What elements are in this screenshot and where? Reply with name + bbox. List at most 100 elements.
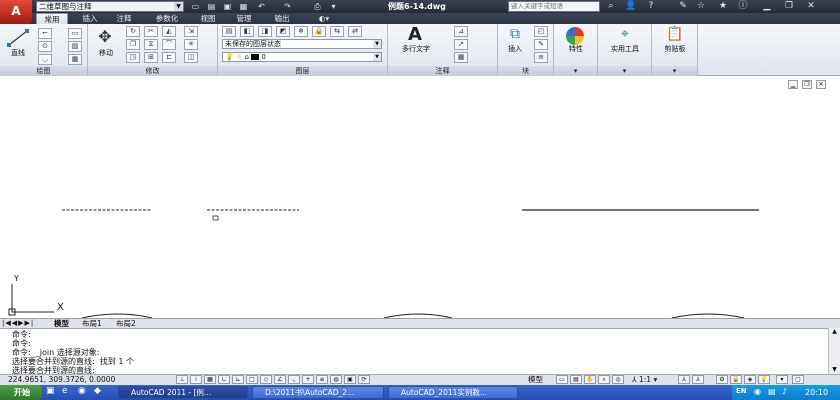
tray-volume-icon[interactable]: ♪ xyxy=(782,387,787,396)
color-wheel-icon[interactable] xyxy=(566,27,584,45)
command-window[interactable]: 命令: 命令: 命令: _join 选择源对象: 选择要合并到源的直线: 找到 … xyxy=(0,328,828,375)
layer-state-icon[interactable]: ◧ xyxy=(240,26,254,37)
search-input[interactable]: 键入关键字或短语 xyxy=(508,1,600,12)
tab-output[interactable]: 输出 xyxy=(266,13,298,24)
ie-icon[interactable]: e xyxy=(62,386,74,398)
status-tray-settings-icon[interactable]: ▾ xyxy=(776,375,788,384)
tab-view[interactable]: 视图 xyxy=(194,13,222,24)
rectangle-icon[interactable]: ▭ xyxy=(68,28,82,39)
annotation-panel-title[interactable]: 注释 xyxy=(388,66,497,76)
tab-layout1[interactable]: 布局1 xyxy=(82,319,112,328)
layer-isolate-icon[interactable]: ◨ xyxy=(258,26,272,37)
annotation-visibility-icon[interactable]: ⅄ xyxy=(678,375,690,384)
taskbar-item-autocad[interactable]: AutoCAD 2011 - [例... xyxy=(118,386,248,399)
taskbar-item-document[interactable]: AutoCAD_2011实例教... xyxy=(388,386,518,399)
coordinate-readout[interactable]: 224.9651, 309.3726, 0.0000 xyxy=(8,374,115,385)
tab-home[interactable]: 常用 xyxy=(36,13,68,24)
layers-panel-title[interactable]: 图层 xyxy=(218,66,387,76)
tray-app-icon[interactable]: ◉ xyxy=(754,387,761,396)
mirror-icon[interactable]: ◭ xyxy=(162,26,176,37)
pan-icon[interactable]: ✋ xyxy=(584,375,596,384)
snap-mode-icon[interactable]: ⁞ xyxy=(190,375,202,384)
dynamic-ucs-icon[interactable]: ⌞ xyxy=(288,375,300,384)
undo-icon[interactable]: ↶ xyxy=(254,1,269,12)
minimize-icon[interactable]: ▁ xyxy=(760,0,774,13)
save-icon[interactable]: ▣ xyxy=(220,1,235,12)
infer-constraints-icon[interactable]: ⊥ xyxy=(176,375,188,384)
layer-state-dropdown[interactable]: 未保存的图层状态 ▼ xyxy=(222,39,382,49)
layout-nav-arrows[interactable]: |◀◀▶▶| xyxy=(2,319,50,328)
quick-properties-icon[interactable]: ▣ xyxy=(344,375,356,384)
layer-lock-icon[interactable]: 🔒 xyxy=(312,26,326,37)
favorites-icon[interactable]: ☆ xyxy=(694,0,708,13)
grid-display-icon[interactable]: ▦ xyxy=(204,375,216,384)
auto-scale-icon[interactable]: ⅄ xyxy=(692,375,704,384)
show-desktop-icon[interactable]: ▣ xyxy=(46,386,58,398)
ortho-mode-icon[interactable]: ∟ xyxy=(218,375,230,384)
paste-icon[interactable]: 📋 xyxy=(666,26,684,44)
layer-match-icon[interactable]: ⇆ xyxy=(330,26,344,37)
help-icon[interactable]: ? xyxy=(644,0,658,13)
layer-properties-icon[interactable]: ▤ xyxy=(222,26,236,37)
mtext-button-label[interactable]: 多行文字 xyxy=(394,44,438,54)
viewport-restore-icon[interactable]: ❐ xyxy=(802,80,812,89)
model-space-button[interactable]: 模型 xyxy=(528,374,543,385)
annotation-scale-dropdown[interactable]: ⅄ 1:1 ▾ xyxy=(632,374,657,385)
tab-model[interactable]: 模型 xyxy=(54,319,78,328)
isolate-objects-icon[interactable]: 💡 xyxy=(758,375,770,384)
redo-icon[interactable]: ↷ xyxy=(280,1,295,12)
insert-block-icon[interactable]: ⧉ xyxy=(502,26,528,44)
tray-network-icon[interactable]: ▤ xyxy=(768,387,776,396)
move-button-label[interactable]: 移动 xyxy=(92,48,120,58)
tab-layout2[interactable]: 布局2 xyxy=(116,319,150,328)
3d-object-snap-icon[interactable]: ◇ xyxy=(260,375,272,384)
workspace-dropdown[interactable]: 二维草图与注释 ▼ xyxy=(36,1,184,12)
polar-tracking-icon[interactable]: ⊾ xyxy=(232,375,244,384)
move-icon[interactable]: ✥ xyxy=(94,27,116,47)
utilities-button-label[interactable]: 实用工具 xyxy=(598,44,652,54)
close-icon[interactable]: ✕ xyxy=(804,0,818,13)
lineweight-icon[interactable]: ≡ xyxy=(316,375,328,384)
media-icon[interactable]: ◉ xyxy=(78,386,90,398)
zoom-icon[interactable]: ⌕ xyxy=(598,375,610,384)
taskbar-clock[interactable]: 20:10 xyxy=(805,385,828,400)
scroll-up-icon[interactable]: ▲ xyxy=(829,328,840,336)
object-snap-tracking-icon[interactable]: ∠ xyxy=(274,375,286,384)
object-snap-icon[interactable]: □ xyxy=(246,375,258,384)
offset-icon[interactable]: ⊏ xyxy=(162,52,176,63)
tab-annotate[interactable]: 注释 xyxy=(110,13,138,24)
create-block-icon[interactable]: ◰ xyxy=(534,26,548,37)
properties-button-label[interactable]: 特性 xyxy=(554,44,598,54)
mirror2-icon[interactable]: ⧖ xyxy=(144,39,158,50)
block-panel-title[interactable]: 块 xyxy=(498,66,553,76)
user-icon[interactable]: 👤 xyxy=(624,0,638,13)
workspace-switching-icon[interactable]: ⚙ xyxy=(716,375,728,384)
array-icon[interactable]: ⊞ xyxy=(144,52,158,63)
table-icon[interactable]: ▦ xyxy=(68,54,82,65)
language-indicator[interactable]: EN xyxy=(736,387,747,395)
scale-icon[interactable]: ◳ xyxy=(126,52,140,63)
current-layer-dropdown[interactable]: 💡 ☼ ⌂ 0 ▼ xyxy=(222,52,382,62)
attribute-icon[interactable]: ≡ xyxy=(534,52,548,63)
copy-icon[interactable]: ❐ xyxy=(126,39,140,50)
trim-icon[interactable]: ✂ xyxy=(144,26,158,37)
leader-icon[interactable]: ↗ xyxy=(454,39,468,50)
save-as-icon[interactable]: ▦ xyxy=(236,1,251,12)
edit-icon[interactable]: ◫ xyxy=(184,52,198,63)
scroll-down-icon[interactable]: ▼ xyxy=(829,366,840,374)
hatch-icon[interactable]: ▨ xyxy=(68,41,82,52)
measure-icon[interactable]: ⌖ xyxy=(616,26,634,44)
star-icon[interactable]: ★ xyxy=(716,0,730,13)
layer-freeze-icon[interactable]: ❄ xyxy=(294,26,308,37)
properties-panel-expander[interactable]: ▾ xyxy=(554,66,597,76)
annotation-table-icon[interactable]: ▦ xyxy=(454,52,468,63)
selection-cycling-icon[interactable]: ⟳ xyxy=(358,375,370,384)
quick-view-drawings-icon[interactable]: ▤ xyxy=(570,375,582,384)
quick-view-layouts-icon[interactable]: ▭ xyxy=(556,375,568,384)
rotate-icon[interactable]: ↻ xyxy=(126,26,140,37)
tab-insert[interactable]: 插入 xyxy=(76,13,104,24)
chevron-down-icon[interactable]: ▾ xyxy=(326,1,341,12)
lock-ui-icon[interactable]: 🔒 xyxy=(730,375,742,384)
layer-off-icon[interactable]: ◩ xyxy=(276,26,290,37)
start-button[interactable]: 开始 xyxy=(0,385,42,400)
